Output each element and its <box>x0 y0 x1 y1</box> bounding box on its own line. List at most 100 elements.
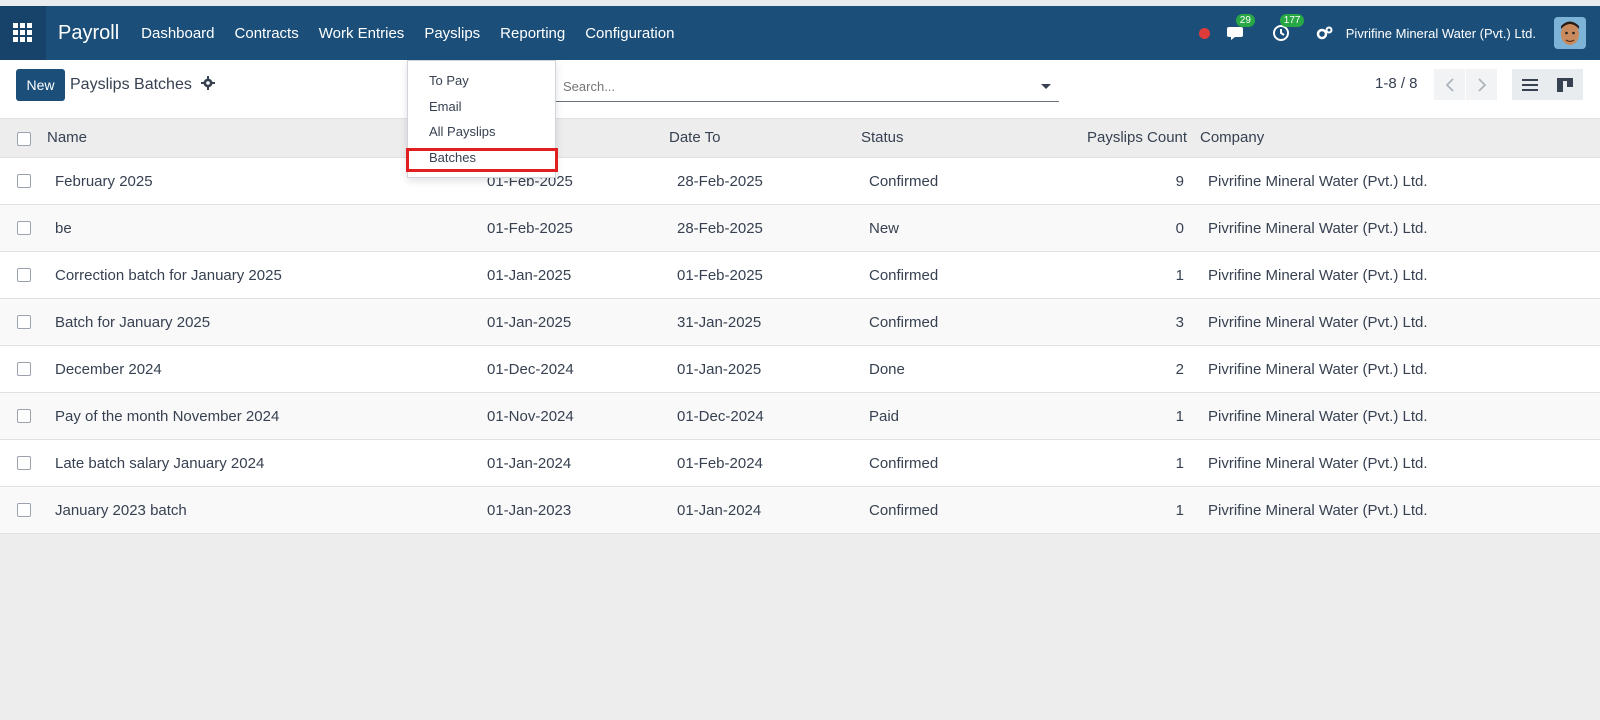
apps-menu-button[interactable] <box>0 6 46 60</box>
cell-payslips-count: 3 <box>1175 314 1184 331</box>
new-button[interactable]: New <box>16 69 65 101</box>
cell-status: Confirmed <box>869 173 939 190</box>
cell-payslips-count: 0 <box>1175 220 1184 237</box>
cell-name: Correction batch for January 2025 <box>55 267 282 284</box>
highlight-box <box>406 148 558 172</box>
cell-company: Pivrifine Mineral Water (Pvt.) Ltd. <box>1208 502 1428 519</box>
row-checkbox[interactable] <box>17 362 31 376</box>
cell-date-to: 01-Jan-2024 <box>677 502 762 519</box>
top-navbar: Payroll Dashboard Contracts Work Entries… <box>0 6 1600 60</box>
search-options-caret[interactable] <box>1041 84 1051 89</box>
cell-date-to: 01-Feb-2025 <box>677 267 763 284</box>
pager-previous-button[interactable] <box>1434 69 1465 100</box>
search-input[interactable] <box>563 79 1041 94</box>
chevron-right-icon <box>1477 77 1486 92</box>
cell-company: Pivrifine Mineral Water (Pvt.) Ltd. <box>1208 220 1428 237</box>
cell-payslips-count: 1 <box>1175 267 1184 284</box>
page-title: Payslips Batches <box>70 76 192 93</box>
cell-company: Pivrifine Mineral Water (Pvt.) Ltd. <box>1208 361 1428 378</box>
messages-button[interactable]: 29 <box>1224 14 1255 46</box>
table-row[interactable]: be 01-Feb-2025 28-Feb-2025 New 0 Pivrifi… <box>0 205 1600 252</box>
cell-status: Done <box>869 361 905 378</box>
app-title[interactable]: Payroll <box>58 22 119 45</box>
gear-icon[interactable] <box>201 76 215 95</box>
cell-name: be <box>55 220 72 237</box>
cell-date-to: 28-Feb-2025 <box>677 173 763 190</box>
avatar-image <box>1554 17 1586 49</box>
column-header-payslips-count[interactable]: Payslips Count <box>1087 129 1187 146</box>
cell-name: February 2025 <box>55 173 153 190</box>
cell-date-to: 31-Jan-2025 <box>677 314 762 331</box>
cell-name: January 2023 batch <box>55 502 187 519</box>
column-header-status[interactable]: Status <box>861 129 904 146</box>
company-name[interactable]: Pivrifine Mineral Water (Pvt.) Ltd. <box>1346 26 1536 41</box>
column-header-date-to[interactable]: Date To <box>669 129 720 146</box>
menu-payslips[interactable]: Payslips <box>414 25 490 42</box>
cell-name: Late batch salary January 2024 <box>55 455 265 472</box>
cell-company: Pivrifine Mineral Water (Pvt.) Ltd. <box>1208 314 1428 331</box>
table-row[interactable]: January 2023 batch 01-Jan-2023 01-Jan-20… <box>0 487 1600 534</box>
table-row[interactable]: Late batch salary January 2024 01-Jan-20… <box>0 440 1600 487</box>
cell-company: Pivrifine Mineral Water (Pvt.) Ltd. <box>1208 408 1428 425</box>
cell-date-from: 01-Jan-2025 <box>487 267 572 284</box>
cell-date-from: 01-Jan-2024 <box>487 455 572 472</box>
cell-status: Confirmed <box>869 502 939 519</box>
menu-reporting[interactable]: Reporting <box>490 25 575 42</box>
row-checkbox[interactable] <box>17 174 31 188</box>
cell-date-to: 01-Feb-2024 <box>677 455 763 472</box>
cell-payslips-count: 1 <box>1175 455 1184 472</box>
cell-date-from: 01-Feb-2025 <box>487 220 573 237</box>
row-checkbox[interactable] <box>17 456 31 470</box>
table-row[interactable]: Correction batch for January 2025 01-Jan… <box>0 252 1600 299</box>
table-row[interactable]: December 2024 01-Dec-2024 01-Jan-2025 Do… <box>0 346 1600 393</box>
cell-company: Pivrifine Mineral Water (Pvt.) Ltd. <box>1208 173 1428 190</box>
pager-next-button[interactable] <box>1466 69 1497 100</box>
cell-company: Pivrifine Mineral Water (Pvt.) Ltd. <box>1208 267 1428 284</box>
list-view-button[interactable] <box>1512 69 1548 100</box>
cell-date-from: 01-Dec-2024 <box>487 361 574 378</box>
table-row[interactable]: February 2025 01-Feb-2025 28-Feb-2025 Co… <box>0 158 1600 205</box>
user-avatar[interactable] <box>1554 17 1586 49</box>
dropdown-item-all-payslips[interactable]: All Payslips <box>429 124 495 139</box>
cell-date-to: 28-Feb-2025 <box>677 220 763 237</box>
cell-status: Paid <box>869 408 900 425</box>
cell-status: New <box>869 220 900 237</box>
menu-contracts[interactable]: Contracts <box>225 25 309 42</box>
row-checkbox[interactable] <box>17 503 31 517</box>
dropdown-item-email[interactable]: Email <box>429 99 462 114</box>
column-header-name[interactable]: Name <box>47 129 87 146</box>
messages-badge: 29 <box>1235 14 1255 27</box>
row-checkbox[interactable] <box>17 315 31 329</box>
table-row[interactable]: Batch for January 2025 01-Jan-2025 31-Ja… <box>0 299 1600 346</box>
cell-status: Confirmed <box>869 314 939 331</box>
cell-date-to: 01-Jan-2025 <box>677 361 762 378</box>
cell-name: Pay of the month November 2024 <box>55 408 280 425</box>
row-checkbox[interactable] <box>17 268 31 282</box>
list-header: Name Date To Status Payslips Count Compa… <box>0 119 1600 158</box>
row-checkbox[interactable] <box>17 409 31 423</box>
menu-dashboard[interactable]: Dashboard <box>131 25 224 42</box>
pager-value[interactable]: 1-8 / 8 <box>1375 75 1418 92</box>
cell-date-from: 01-Jan-2023 <box>487 502 572 519</box>
company-switcher-button[interactable] <box>1312 20 1338 46</box>
select-all-checkbox[interactable] <box>17 132 31 146</box>
cell-payslips-count: 1 <box>1175 408 1184 425</box>
cell-date-from: 01-Nov-2024 <box>487 408 574 425</box>
empty-list-area <box>0 540 1600 720</box>
search-bar <box>541 72 1059 102</box>
kanban-view-button[interactable] <box>1547 69 1583 100</box>
menu-work-entries[interactable]: Work Entries <box>309 25 415 42</box>
column-header-company[interactable]: Company <box>1200 129 1264 146</box>
table-row[interactable]: Pay of the month November 2024 01-Nov-20… <box>0 393 1600 440</box>
cell-date-to: 01-Dec-2024 <box>677 408 764 425</box>
dropdown-item-to-pay[interactable]: To Pay <box>429 73 469 88</box>
activities-badge: 177 <box>1279 14 1305 27</box>
menu-configuration[interactable]: Configuration <box>575 25 684 42</box>
control-panel: New Payslips Batches 1-8 / 8 <box>0 60 1600 119</box>
cell-payslips-count: 2 <box>1175 361 1184 378</box>
kanban-icon <box>1557 77 1573 92</box>
status-dot <box>1198 27 1210 39</box>
cell-status: Confirmed <box>869 455 939 472</box>
row-checkbox[interactable] <box>17 221 31 235</box>
activities-button[interactable]: 177 <box>1268 14 1305 46</box>
